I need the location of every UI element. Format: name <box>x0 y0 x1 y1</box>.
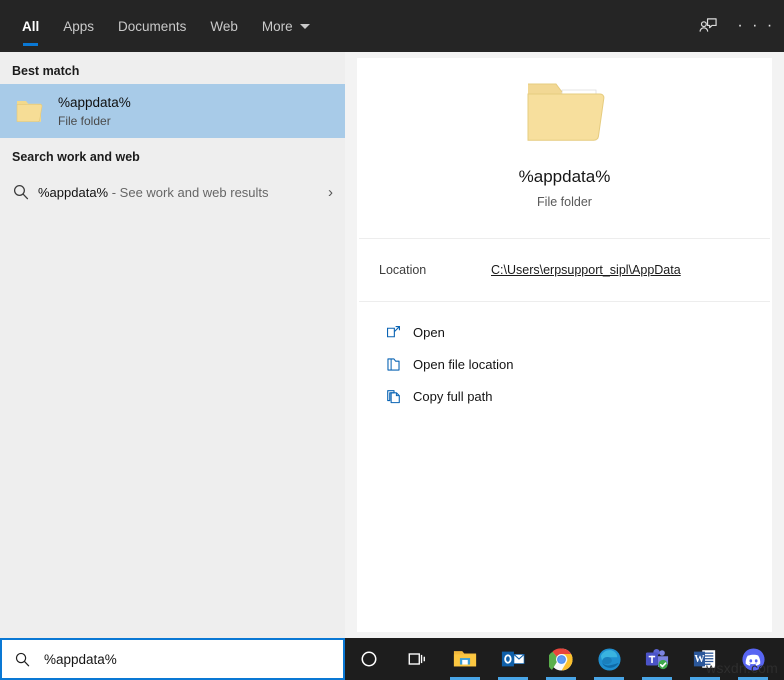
navbar-actions: · · · <box>688 0 776 52</box>
teams-icon <box>644 647 670 671</box>
preview-hero: %appdata% File folder <box>357 58 772 238</box>
location-row: Location C:\Users\erpsupport_sipl\AppDat… <box>357 239 772 301</box>
edge-icon <box>597 647 622 672</box>
svg-text:W: W <box>694 654 704 665</box>
tab-all-label: All <box>22 19 39 34</box>
web-result-suffix: - See work and web results <box>108 185 268 200</box>
folder-icon <box>12 94 46 128</box>
open-external-icon <box>385 324 413 341</box>
task-view-icon <box>406 649 428 669</box>
tab-documents[interactable]: Documents <box>106 0 198 52</box>
tab-more-label: More <box>262 19 293 34</box>
taskbar-item-chrome[interactable] <box>537 638 585 680</box>
result-item-subtitle: File folder <box>58 113 131 129</box>
best-match-heading: Best match <box>0 52 345 84</box>
folder-open-icon <box>385 356 413 373</box>
tab-apps[interactable]: Apps <box>51 0 106 52</box>
taskbar-item-file-explorer[interactable] <box>441 638 489 680</box>
action-copy-full-path[interactable]: Copy full path <box>357 380 772 412</box>
word-icon: W <box>692 647 718 671</box>
action-copy-full-path-label: Copy full path <box>413 389 493 404</box>
search-work-web-heading: Search work and web <box>0 138 345 170</box>
chrome-icon <box>549 647 574 672</box>
taskbar-item-discord[interactable] <box>729 638 777 680</box>
result-item-text: %appdata% File folder <box>58 94 131 129</box>
search-tabs: All Apps Documents Web More <box>0 0 322 52</box>
taskbar-item-teams[interactable] <box>633 638 681 680</box>
web-result-label: %appdata% - See work and web results <box>38 185 269 200</box>
search-icon <box>12 183 38 201</box>
outlook-icon <box>500 647 526 671</box>
more-options-button[interactable]: · · · <box>736 6 776 46</box>
cortana-circle-icon <box>359 649 379 669</box>
windows-search-overlay: All Apps Documents Web More <box>0 0 784 680</box>
preview-kind: File folder <box>537 195 592 209</box>
result-item-appdata[interactable]: %appdata% File folder <box>0 84 345 138</box>
taskbar-item-cortana[interactable] <box>345 638 393 680</box>
preview-title: %appdata% <box>519 167 611 187</box>
large-folder-icon <box>522 76 608 153</box>
taskbar-search-box[interactable]: %appdata% <box>0 638 345 680</box>
taskbar-item-task-view[interactable] <box>393 638 441 680</box>
ellipsis-icon: · · · <box>737 18 774 34</box>
discord-icon <box>741 647 766 672</box>
tab-web[interactable]: Web <box>198 0 250 52</box>
preview-pane: %appdata% File folder Location C:\Users\… <box>357 58 772 632</box>
tab-all[interactable]: All <box>10 0 51 52</box>
action-open-label: Open <box>413 325 445 340</box>
tab-documents-label: Documents <box>118 19 186 34</box>
taskbar-item-edge[interactable] <box>585 638 633 680</box>
search-input[interactable]: %appdata% <box>44 652 117 667</box>
chevron-right-icon[interactable]: › <box>328 184 333 201</box>
results-pane: Best match %appd <box>0 52 345 638</box>
action-open-file-location[interactable]: Open file location <box>357 348 772 380</box>
action-open-file-location-label: Open file location <box>413 357 513 372</box>
tab-more[interactable]: More <box>250 0 322 52</box>
taskbar: %appdata% <box>0 638 784 680</box>
web-result-query: %appdata% <box>38 185 108 200</box>
chevron-down-icon <box>300 24 310 29</box>
feedback-button[interactable] <box>688 6 728 46</box>
tab-web-label: Web <box>210 19 238 34</box>
file-explorer-icon <box>452 647 478 671</box>
result-item-title: %appdata% <box>58 94 131 111</box>
web-result-item[interactable]: %appdata% - See work and web results › <box>0 170 345 214</box>
location-value-link[interactable]: C:\Users\erpsupport_sipl\AppData <box>491 263 681 277</box>
taskbar-item-outlook[interactable] <box>489 638 537 680</box>
preview-actions: Open Open file location <box>357 302 772 412</box>
action-open[interactable]: Open <box>357 316 772 348</box>
location-label: Location <box>379 263 491 277</box>
search-navbar: All Apps Documents Web More <box>0 0 784 52</box>
search-icon <box>14 651 40 668</box>
copy-icon <box>385 388 413 405</box>
taskbar-items: W <box>345 638 777 680</box>
taskbar-item-word[interactable]: W <box>681 638 729 680</box>
tab-apps-label: Apps <box>63 19 94 34</box>
person-feedback-icon <box>697 15 719 37</box>
